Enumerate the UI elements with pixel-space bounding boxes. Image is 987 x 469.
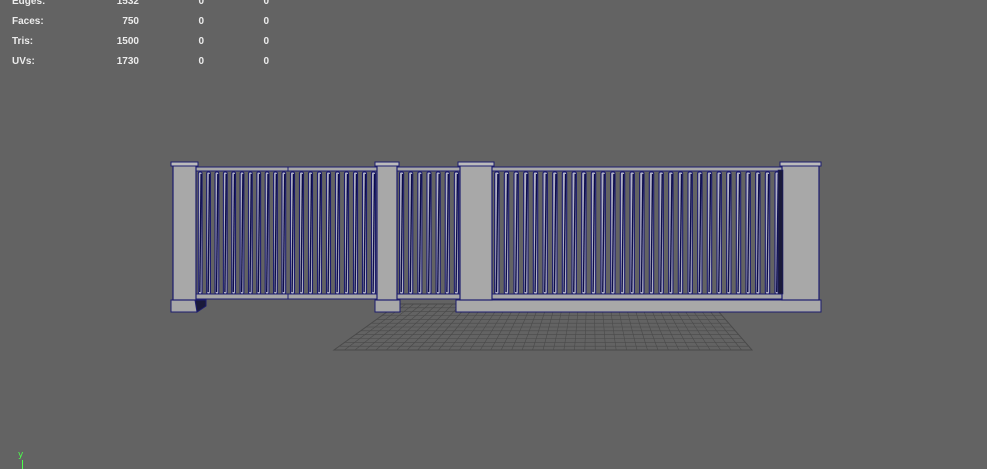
fence-post	[459, 163, 493, 301]
fence-top-rail	[491, 166, 783, 172]
hud-label: UVs:	[12, 56, 35, 67]
hud-value: 0	[198, 36, 204, 47]
fence-post	[376, 163, 398, 301]
hud-value: 1500	[116, 36, 139, 47]
fence-base-left	[170, 299, 198, 313]
hud-value: 0	[263, 36, 269, 47]
fence-base-slab	[455, 299, 822, 313]
hud-value: 0	[198, 0, 204, 7]
hud-label: Edges:	[12, 0, 46, 7]
fence-post-cap	[170, 161, 199, 167]
fence-bottom-rail	[491, 293, 783, 300]
hud-value: 1730	[116, 56, 139, 67]
hud-row-tris: Tris: 1500 0 0	[12, 32, 272, 52]
fence-top-rail	[287, 166, 379, 172]
fence-post	[172, 163, 197, 301]
hud-value: 750	[122, 16, 139, 27]
fence-model[interactable]	[170, 161, 822, 313]
axis-y-line	[22, 460, 23, 469]
fence-bottom-rail	[287, 293, 379, 300]
hud-row-edges: Edges: 1532 0 0	[12, 0, 272, 12]
fence-base-mid	[374, 299, 401, 313]
hud-label: Faces:	[12, 16, 44, 27]
axis-y-label: y	[18, 450, 24, 460]
fence-post	[781, 163, 820, 301]
axis-indicator: y	[18, 450, 30, 469]
hud-value: 0	[263, 56, 269, 67]
hud-label: Tris:	[12, 36, 34, 47]
fence-bottom-rail	[396, 293, 462, 300]
fence-post-cap	[779, 161, 822, 167]
fence-post-side	[777, 169, 784, 295]
heads-up-display: Edges: 1532 0 0 Faces: 750 0 0 Tris: 150…	[12, 0, 272, 72]
viewport-perspective[interactable]: Edges: 1532 0 0 Faces: 750 0 0 Tris: 150…	[0, 0, 987, 469]
hud-value: 0	[263, 16, 269, 27]
fence-bottom-rail	[195, 293, 289, 300]
fence-post-cap	[374, 161, 400, 167]
hud-value: 0	[198, 16, 204, 27]
hud-row-uvs: UVs: 1730 0 0	[12, 52, 272, 72]
hud-value: 1532	[116, 0, 139, 7]
hud-row-faces: Faces: 750 0 0	[12, 12, 272, 32]
fence-top-rail	[396, 166, 462, 172]
hud-value: 0	[263, 0, 269, 7]
fence-post-cap	[457, 161, 495, 167]
hud-value: 0	[198, 56, 204, 67]
fence-top-rail	[195, 166, 289, 172]
fence-base-shadow	[194, 299, 207, 313]
